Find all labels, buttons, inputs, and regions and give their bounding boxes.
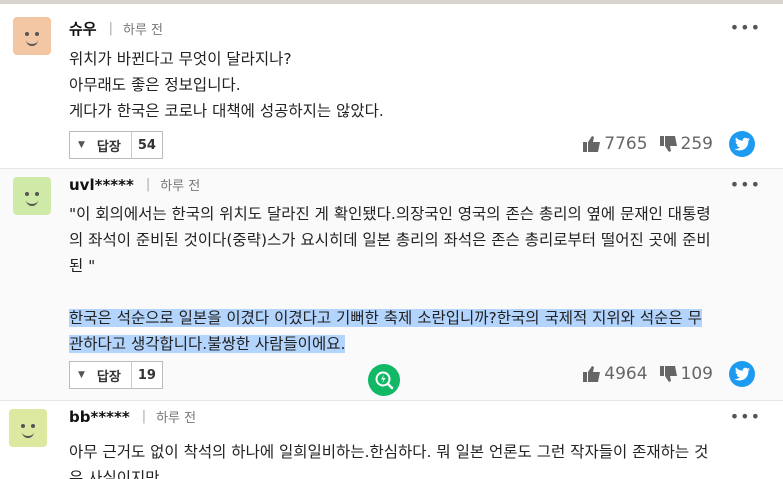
more-options-icon[interactable]: •••	[730, 18, 761, 37]
more-options-icon[interactable]: •••	[730, 175, 761, 194]
comment-text: 아무 근거도 없이 착석의 하나에 일희일비하는.한심하다. 뭐 일본 언론도 …	[69, 439, 769, 479]
comment-line: 아무 근거도 없이 착석의 하나에 일희일비하는.한심하다. 뭐 일본 언론도 …	[69, 443, 709, 461]
comment-line: 아무래도 좋은 정보입니다.	[69, 76, 241, 94]
comment-line: 된 "	[69, 257, 96, 275]
timestamp: 하루 전	[123, 23, 164, 38]
vote-bar: 4964 109	[571, 361, 755, 387]
comment-line: 의 좌석이 준비된 것이다(중략)스가 요시히데 일본 총리의 좌석은 존슨 총…	[69, 231, 711, 249]
username[interactable]: uvl*****	[69, 176, 134, 194]
twitter-share-button[interactable]	[729, 361, 755, 387]
timestamp: 하루 전	[160, 179, 201, 194]
dislike-button[interactable]: 259	[659, 134, 713, 154]
selected-text[interactable]: 관하다고 생각합니다.불쌍한 사람들이에요.	[69, 335, 346, 353]
comment-text: "이 회의에서는 한국의 위치도 달라진 게 확인됐다.의장국인 영국의 존슨 …	[69, 201, 769, 357]
timestamp: 하루 전	[156, 411, 197, 426]
comment-header: uvl***** | 하루 전	[69, 175, 201, 195]
twitter-share-button[interactable]	[729, 131, 755, 157]
reply-button[interactable]: ▼ 답장 54	[69, 131, 163, 159]
comment-text: 위치가 바뀐다고 무엇이 달라지나? 아무래도 좋은 정보입니다. 게다가 한국…	[69, 46, 769, 124]
twitter-bird-icon	[734, 367, 750, 381]
reply-count: 19	[130, 362, 162, 388]
more-options-icon[interactable]: •••	[730, 407, 761, 426]
comment-line: 게다가 한국은 코로나 대책에 성공하지는 않았다.	[69, 102, 384, 120]
thumbs-down-icon	[659, 366, 677, 382]
comment-header: bb***** | 하루 전	[69, 407, 197, 427]
magnifier-bolt-icon	[375, 371, 394, 390]
vote-bar: 7765 259	[571, 131, 755, 157]
username[interactable]: bb*****	[69, 408, 130, 426]
thumbs-up-icon	[583, 366, 601, 382]
twitter-bird-icon	[734, 137, 750, 151]
comment-line: 위치가 바뀐다고 무엇이 달라지나?	[69, 50, 292, 68]
dislike-count: 259	[680, 134, 713, 154]
comment-line: "이 회의에서는 한국의 위치도 달라진 게 확인됐다.의장국인 영국의 존슨 …	[69, 205, 711, 223]
avatar[interactable]	[9, 409, 47, 447]
like-button[interactable]: 7765	[583, 134, 648, 154]
comment-3: bb***** | 하루 전 ••• 아무 근거도 없이 착석의 하나에 일희일…	[0, 400, 783, 479]
like-button[interactable]: 4964	[583, 364, 648, 384]
like-count: 4964	[604, 364, 648, 384]
comment-line: 은 사실이지만	[69, 469, 160, 479]
username[interactable]: 슈우	[69, 18, 97, 39]
reply-label: 답장	[96, 369, 121, 385]
triangle-down-icon: ▼	[78, 370, 85, 380]
triangle-down-icon: ▼	[78, 140, 85, 150]
thumbs-down-icon	[659, 136, 677, 152]
reply-count: 54	[130, 132, 162, 158]
reply-button[interactable]: ▼ 답장 19	[69, 361, 163, 389]
selected-text[interactable]: 한국은 석순으로 일본을 이겼다 이겼다고 기뻐한 축제 소란입니까?한국의 국…	[69, 309, 702, 327]
dislike-count: 109	[680, 364, 713, 384]
thumbs-up-icon	[583, 136, 601, 152]
dislike-button[interactable]: 109	[659, 364, 713, 384]
reply-label: 답장	[96, 139, 121, 155]
comment-header: 슈우 | 하루 전	[69, 18, 164, 39]
avatar[interactable]	[13, 177, 51, 215]
floating-search-badge[interactable]	[368, 364, 400, 396]
comment-1: 슈우 | 하루 전 ••• 위치가 바뀐다고 무엇이 달라지나? 아무래도 좋은…	[0, 4, 783, 168]
avatar[interactable]	[13, 17, 51, 55]
like-count: 7765	[604, 134, 648, 154]
